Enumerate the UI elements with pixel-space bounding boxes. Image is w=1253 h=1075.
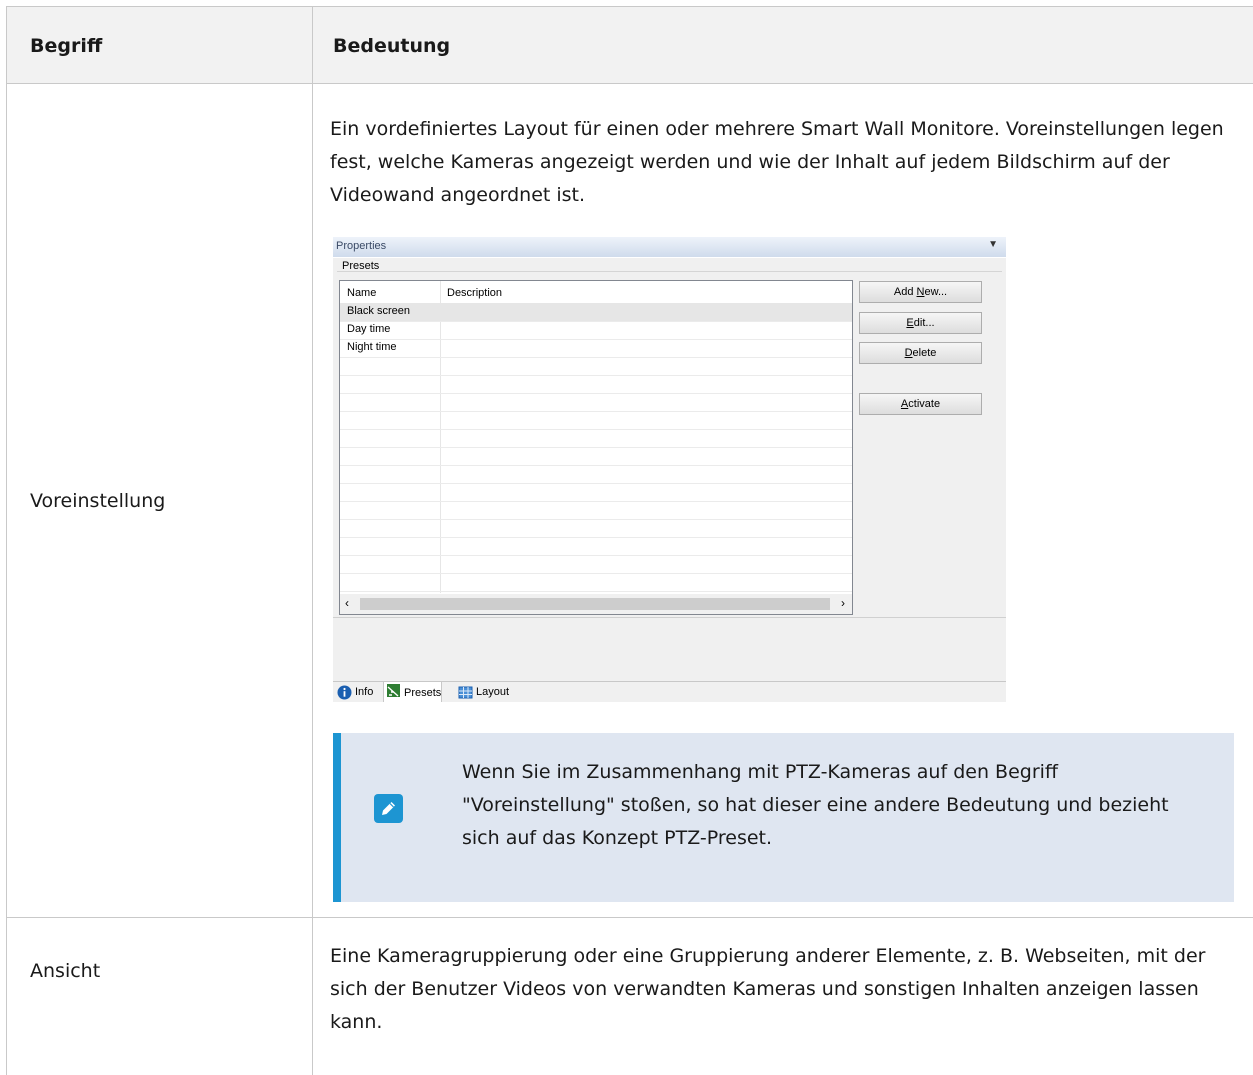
delete-button[interactable]: Delete xyxy=(859,342,982,364)
info-icon xyxy=(337,685,352,700)
column-divider xyxy=(312,6,313,1075)
list-item[interactable] xyxy=(340,411,852,430)
list-item[interactable] xyxy=(340,483,852,502)
tab-layout-label: Layout xyxy=(476,686,510,698)
panel-tabs: Info Presets Layout xyxy=(333,681,1006,702)
preset-name: Night time xyxy=(347,341,397,353)
properties-panel-screenshot: Properties ▼ Presets Name Description Bl… xyxy=(333,237,1006,702)
column-description[interactable]: Description xyxy=(447,287,502,299)
header-meaning: Bedeutung xyxy=(333,35,451,57)
tab-info[interactable]: Info xyxy=(335,684,373,701)
table-header xyxy=(6,6,1253,84)
tab-presets-label: Presets xyxy=(404,687,442,699)
tab-info-label: Info xyxy=(355,686,374,698)
list-item[interactable]: Day time xyxy=(340,321,852,340)
group-line xyxy=(337,271,1002,272)
presets-list[interactable]: Name Description Black screen Day time Nig… xyxy=(339,280,853,615)
note-text: Wenn Sie im Zusammenhang mit PTZ-Kameras… xyxy=(462,761,1169,849)
list-item[interactable] xyxy=(340,555,852,574)
preset-name: Black screen xyxy=(347,305,410,317)
meaning-ansicht: Eine Kameragruppierung oder eine Gruppie… xyxy=(330,945,1206,1033)
tab-presets[interactable]: Presets xyxy=(383,682,443,702)
list-item[interactable] xyxy=(340,447,852,466)
list-item[interactable] xyxy=(340,501,852,520)
list-item[interactable] xyxy=(340,429,852,448)
list-item[interactable]: Black screen xyxy=(340,303,852,322)
list-item[interactable] xyxy=(340,573,852,592)
edit-button[interactable]: Edit... xyxy=(859,312,982,334)
list-item[interactable] xyxy=(340,375,852,394)
list-item[interactable] xyxy=(340,357,852,376)
pencil-icon xyxy=(374,794,403,823)
properties-title-bar: Properties ▼ xyxy=(333,237,1006,257)
tab-layout[interactable]: Layout xyxy=(456,684,509,701)
note-box: Wenn Sie im Zusammenhang mit PTZ-Kameras… xyxy=(333,733,1234,902)
list-item[interactable] xyxy=(340,519,852,538)
list-item[interactable] xyxy=(340,537,852,556)
meaning-voreinstellung: Ein vordefiniertes Layout für einen oder… xyxy=(330,118,1224,206)
glossary-table: Begriff Bedeutung Voreinstellung Ein vor… xyxy=(0,0,1253,1075)
list-item[interactable] xyxy=(340,393,852,412)
column-name[interactable]: Name xyxy=(347,287,376,299)
add-new-button[interactable]: Add New... xyxy=(859,281,982,303)
properties-title: Properties xyxy=(336,240,387,252)
horizontal-scrollbar[interactable]: ‹ › xyxy=(340,594,852,614)
preset-name: Day time xyxy=(347,323,391,335)
header-term: Begriff xyxy=(30,35,103,57)
table-left-border xyxy=(6,6,7,1075)
scroll-thumb[interactable] xyxy=(360,598,830,610)
row-divider xyxy=(6,917,1253,918)
scroll-left-icon[interactable]: ‹ xyxy=(345,596,349,610)
presets-group: Presets xyxy=(333,257,1006,272)
panel-separator xyxy=(333,617,1006,618)
layout-grid-icon xyxy=(458,686,473,699)
scroll-right-icon[interactable]: › xyxy=(841,596,845,610)
term-voreinstellung: Voreinstellung xyxy=(30,490,166,512)
list-item[interactable] xyxy=(340,465,852,484)
dropdown-arrow-icon[interactable]: ▼ xyxy=(988,239,998,250)
presets-icon xyxy=(387,684,400,697)
term-ansicht: Ansicht xyxy=(30,960,101,982)
note-accent-bar xyxy=(333,733,341,902)
list-item[interactable]: Night time xyxy=(340,339,852,358)
list-column-header: Name Description xyxy=(340,281,852,304)
activate-button[interactable]: Activate xyxy=(859,393,982,415)
